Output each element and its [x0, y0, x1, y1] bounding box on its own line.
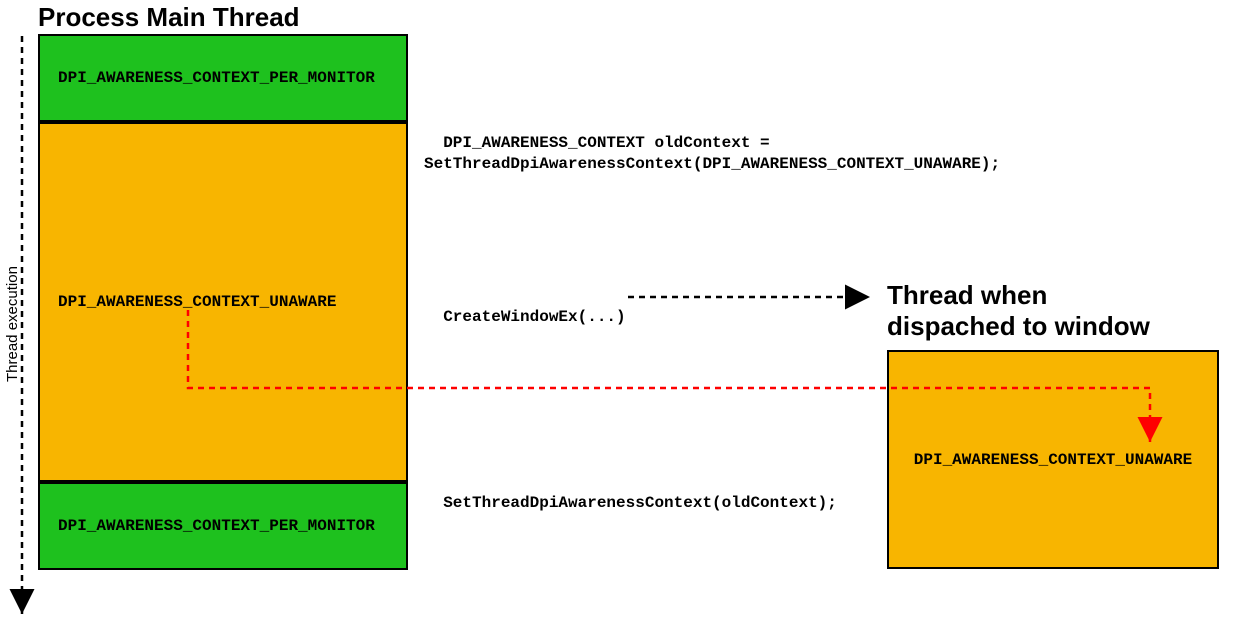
- mid-context-label: DPI_AWARENESS_CONTEXT_UNAWARE: [58, 293, 336, 311]
- dispatch-thread-title-text: Thread when dispached to window: [887, 280, 1150, 341]
- dispatch-thread-title: Thread when dispached to window: [887, 280, 1150, 342]
- annotation-restore-context-text: SetThreadDpiAwarenessContext(oldContext)…: [443, 494, 837, 512]
- top-context-label: DPI_AWARENESS_CONTEXT_PER_MONITOR: [58, 69, 375, 87]
- right-context-label: DPI_AWARENESS_CONTEXT_UNAWARE: [914, 451, 1192, 469]
- thread-execution-label-text: Thread execution: [4, 266, 21, 382]
- thread-execution-label: Thread execution: [4, 266, 21, 382]
- right-context-box: DPI_AWARENESS_CONTEXT_UNAWARE: [887, 350, 1219, 569]
- bot-context-box: DPI_AWARENESS_CONTEXT_PER_MONITOR: [38, 482, 408, 570]
- annotation-set-context-text: DPI_AWARENESS_CONTEXT oldContext = SetTh…: [424, 134, 1000, 173]
- mid-context-box: DPI_AWARENESS_CONTEXT_UNAWARE: [38, 122, 408, 482]
- main-thread-title: Process Main Thread: [38, 2, 300, 33]
- annotation-create-window: CreateWindowEx(...): [424, 290, 626, 326]
- annotation-set-context: DPI_AWARENESS_CONTEXT oldContext = SetTh…: [424, 112, 1000, 174]
- top-context-box: DPI_AWARENESS_CONTEXT_PER_MONITOR: [38, 34, 408, 122]
- main-thread-title-text: Process Main Thread: [38, 2, 300, 32]
- annotation-create-window-text: CreateWindowEx(...): [443, 308, 625, 326]
- bot-context-label: DPI_AWARENESS_CONTEXT_PER_MONITOR: [58, 517, 375, 535]
- annotation-restore-context: SetThreadDpiAwarenessContext(oldContext)…: [424, 476, 837, 512]
